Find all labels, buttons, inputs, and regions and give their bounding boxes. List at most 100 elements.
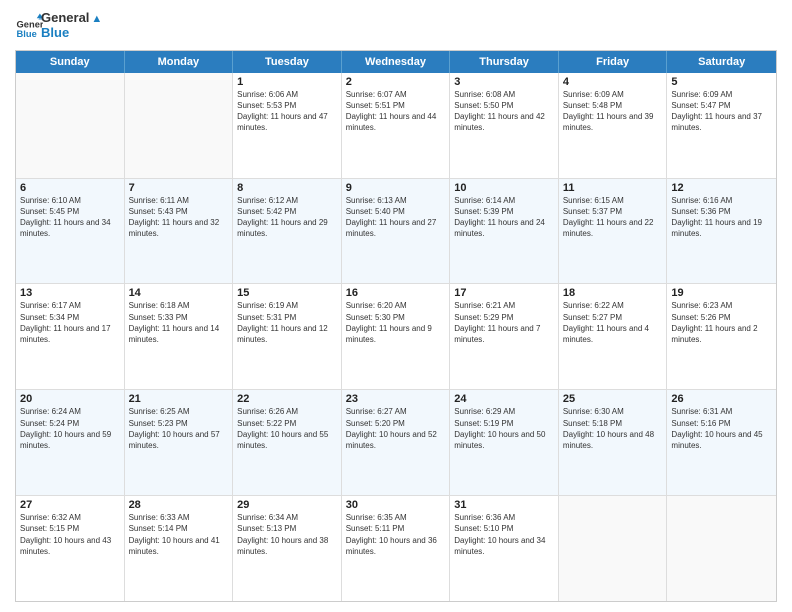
calendar-cell: 6Sunrise: 6:10 AMSunset: 5:45 PMDaylight… <box>16 179 125 284</box>
calendar-week-2: 6Sunrise: 6:10 AMSunset: 5:45 PMDaylight… <box>16 178 776 284</box>
day-number: 30 <box>346 499 446 511</box>
day-info: Sunrise: 6:18 AMSunset: 5:33 PMDaylight:… <box>129 300 229 345</box>
day-number: 15 <box>237 287 337 299</box>
day-number: 6 <box>20 182 120 194</box>
day-number: 20 <box>20 393 120 405</box>
day-number: 1 <box>237 76 337 88</box>
calendar-cell: 21Sunrise: 6:25 AMSunset: 5:23 PMDayligh… <box>125 390 234 495</box>
day-info: Sunrise: 6:20 AMSunset: 5:30 PMDaylight:… <box>346 300 446 345</box>
calendar-cell: 22Sunrise: 6:26 AMSunset: 5:22 PMDayligh… <box>233 390 342 495</box>
day-info: Sunrise: 6:36 AMSunset: 5:10 PMDaylight:… <box>454 512 554 557</box>
day-number: 2 <box>346 76 446 88</box>
page: General Blue General▲ Blue SundayMondayT… <box>0 0 792 612</box>
calendar-cell: 8Sunrise: 6:12 AMSunset: 5:42 PMDaylight… <box>233 179 342 284</box>
day-number: 26 <box>671 393 772 405</box>
day-info: Sunrise: 6:22 AMSunset: 5:27 PMDaylight:… <box>563 300 663 345</box>
day-info: Sunrise: 6:25 AMSunset: 5:23 PMDaylight:… <box>129 406 229 451</box>
calendar-cell: 25Sunrise: 6:30 AMSunset: 5:18 PMDayligh… <box>559 390 668 495</box>
day-number: 21 <box>129 393 229 405</box>
day-number: 25 <box>563 393 663 405</box>
header: General Blue General▲ Blue <box>15 10 777 42</box>
calendar-cell: 24Sunrise: 6:29 AMSunset: 5:19 PMDayligh… <box>450 390 559 495</box>
calendar-cell: 1Sunrise: 6:06 AMSunset: 5:53 PMDaylight… <box>233 73 342 178</box>
day-number: 18 <box>563 287 663 299</box>
day-info: Sunrise: 6:14 AMSunset: 5:39 PMDaylight:… <box>454 195 554 240</box>
day-number: 24 <box>454 393 554 405</box>
calendar-cell: 12Sunrise: 6:16 AMSunset: 5:36 PMDayligh… <box>667 179 776 284</box>
calendar-cell: 19Sunrise: 6:23 AMSunset: 5:26 PMDayligh… <box>667 284 776 389</box>
day-info: Sunrise: 6:21 AMSunset: 5:29 PMDaylight:… <box>454 300 554 345</box>
day-number: 10 <box>454 182 554 194</box>
header-cell-sunday: Sunday <box>16 51 125 73</box>
day-info: Sunrise: 6:29 AMSunset: 5:19 PMDaylight:… <box>454 406 554 451</box>
day-number: 27 <box>20 499 120 511</box>
day-number: 8 <box>237 182 337 194</box>
day-number: 3 <box>454 76 554 88</box>
logo-blue: Blue <box>41 25 102 42</box>
header-cell-thursday: Thursday <box>450 51 559 73</box>
calendar-cell: 2Sunrise: 6:07 AMSunset: 5:51 PMDaylight… <box>342 73 451 178</box>
logo-icon: General Blue <box>15 12 43 40</box>
calendar-header: SundayMondayTuesdayWednesdayThursdayFrid… <box>16 51 776 73</box>
calendar-cell: 28Sunrise: 6:33 AMSunset: 5:14 PMDayligh… <box>125 496 234 601</box>
calendar: SundayMondayTuesdayWednesdayThursdayFrid… <box>15 50 777 602</box>
day-info: Sunrise: 6:24 AMSunset: 5:24 PMDaylight:… <box>20 406 120 451</box>
day-info: Sunrise: 6:26 AMSunset: 5:22 PMDaylight:… <box>237 406 337 451</box>
day-number: 11 <box>563 182 663 194</box>
calendar-cell: 20Sunrise: 6:24 AMSunset: 5:24 PMDayligh… <box>16 390 125 495</box>
day-info: Sunrise: 6:07 AMSunset: 5:51 PMDaylight:… <box>346 89 446 134</box>
calendar-cell <box>559 496 668 601</box>
calendar-week-1: 1Sunrise: 6:06 AMSunset: 5:53 PMDaylight… <box>16 73 776 178</box>
svg-text:General: General <box>17 19 43 29</box>
calendar-week-4: 20Sunrise: 6:24 AMSunset: 5:24 PMDayligh… <box>16 389 776 495</box>
calendar-cell: 7Sunrise: 6:11 AMSunset: 5:43 PMDaylight… <box>125 179 234 284</box>
day-info: Sunrise: 6:34 AMSunset: 5:13 PMDaylight:… <box>237 512 337 557</box>
day-info: Sunrise: 6:08 AMSunset: 5:50 PMDaylight:… <box>454 89 554 134</box>
calendar-week-3: 13Sunrise: 6:17 AMSunset: 5:34 PMDayligh… <box>16 283 776 389</box>
day-info: Sunrise: 6:30 AMSunset: 5:18 PMDaylight:… <box>563 406 663 451</box>
day-number: 29 <box>237 499 337 511</box>
day-number: 19 <box>671 287 772 299</box>
day-info: Sunrise: 6:32 AMSunset: 5:15 PMDaylight:… <box>20 512 120 557</box>
calendar-cell <box>667 496 776 601</box>
calendar-cell <box>125 73 234 178</box>
calendar-cell: 10Sunrise: 6:14 AMSunset: 5:39 PMDayligh… <box>450 179 559 284</box>
day-number: 28 <box>129 499 229 511</box>
calendar-cell: 23Sunrise: 6:27 AMSunset: 5:20 PMDayligh… <box>342 390 451 495</box>
day-info: Sunrise: 6:23 AMSunset: 5:26 PMDaylight:… <box>671 300 772 345</box>
day-number: 4 <box>563 76 663 88</box>
calendar-cell: 5Sunrise: 6:09 AMSunset: 5:47 PMDaylight… <box>667 73 776 178</box>
day-info: Sunrise: 6:06 AMSunset: 5:53 PMDaylight:… <box>237 89 337 134</box>
day-info: Sunrise: 6:33 AMSunset: 5:14 PMDaylight:… <box>129 512 229 557</box>
header-cell-wednesday: Wednesday <box>342 51 451 73</box>
day-number: 14 <box>129 287 229 299</box>
day-number: 12 <box>671 182 772 194</box>
day-info: Sunrise: 6:09 AMSunset: 5:47 PMDaylight:… <box>671 89 772 134</box>
day-info: Sunrise: 6:19 AMSunset: 5:31 PMDaylight:… <box>237 300 337 345</box>
day-number: 16 <box>346 287 446 299</box>
day-number: 31 <box>454 499 554 511</box>
day-info: Sunrise: 6:31 AMSunset: 5:16 PMDaylight:… <box>671 406 772 451</box>
header-cell-friday: Friday <box>559 51 668 73</box>
day-number: 13 <box>20 287 120 299</box>
calendar-cell: 29Sunrise: 6:34 AMSunset: 5:13 PMDayligh… <box>233 496 342 601</box>
day-info: Sunrise: 6:10 AMSunset: 5:45 PMDaylight:… <box>20 195 120 240</box>
calendar-week-5: 27Sunrise: 6:32 AMSunset: 5:15 PMDayligh… <box>16 495 776 601</box>
calendar-cell: 3Sunrise: 6:08 AMSunset: 5:50 PMDaylight… <box>450 73 559 178</box>
logo: General Blue General▲ Blue <box>15 10 102 42</box>
calendar-cell: 26Sunrise: 6:31 AMSunset: 5:16 PMDayligh… <box>667 390 776 495</box>
calendar-cell: 13Sunrise: 6:17 AMSunset: 5:34 PMDayligh… <box>16 284 125 389</box>
day-number: 22 <box>237 393 337 405</box>
day-info: Sunrise: 6:11 AMSunset: 5:43 PMDaylight:… <box>129 195 229 240</box>
calendar-cell: 18Sunrise: 6:22 AMSunset: 5:27 PMDayligh… <box>559 284 668 389</box>
day-number: 23 <box>346 393 446 405</box>
day-info: Sunrise: 6:15 AMSunset: 5:37 PMDaylight:… <box>563 195 663 240</box>
calendar-cell: 27Sunrise: 6:32 AMSunset: 5:15 PMDayligh… <box>16 496 125 601</box>
calendar-cell: 9Sunrise: 6:13 AMSunset: 5:40 PMDaylight… <box>342 179 451 284</box>
calendar-cell: 14Sunrise: 6:18 AMSunset: 5:33 PMDayligh… <box>125 284 234 389</box>
calendar-cell: 11Sunrise: 6:15 AMSunset: 5:37 PMDayligh… <box>559 179 668 284</box>
day-number: 5 <box>671 76 772 88</box>
calendar-cell <box>16 73 125 178</box>
day-number: 7 <box>129 182 229 194</box>
calendar-cell: 17Sunrise: 6:21 AMSunset: 5:29 PMDayligh… <box>450 284 559 389</box>
